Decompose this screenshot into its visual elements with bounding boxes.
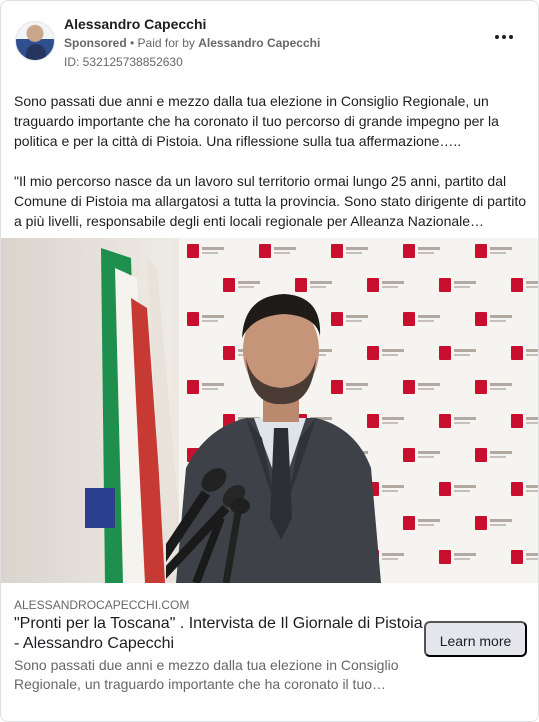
post-image[interactable] bbox=[1, 238, 538, 583]
regione-logo bbox=[331, 244, 369, 258]
regione-logo bbox=[403, 380, 441, 394]
regione-logo bbox=[439, 482, 477, 496]
post-header: Alessandro Capecchi Sponsored • Paid for… bbox=[13, 13, 526, 71]
regione-logo bbox=[259, 244, 297, 258]
regione-logo bbox=[475, 448, 513, 462]
regione-logo bbox=[511, 414, 538, 428]
post-body: Sono passati due anni e mezzo dalla tua … bbox=[14, 91, 529, 251]
regione-logo bbox=[511, 346, 538, 360]
regione-logo bbox=[403, 448, 441, 462]
regione-logo bbox=[403, 516, 441, 530]
post-paragraph-2: "Il mio percorso nasce da un lavoro sul … bbox=[14, 173, 527, 229]
post-paragraph-1: Sono passati due anni e mezzo dalla tua … bbox=[14, 93, 499, 149]
regione-logo bbox=[475, 516, 513, 530]
regione-logo bbox=[511, 482, 538, 496]
speaker-image bbox=[166, 294, 381, 583]
regione-logo bbox=[439, 550, 477, 564]
sponsored-post-card: Alessandro Capecchi Sponsored • Paid for… bbox=[0, 0, 539, 722]
link-description: Sono passati due anni e mezzo dalla tua … bbox=[14, 657, 399, 692]
paid-for-name[interactable]: Alessandro Capecchi bbox=[198, 36, 320, 50]
sponsored-label: Sponsored bbox=[64, 36, 127, 50]
more-horizontal-icon[interactable] bbox=[490, 27, 518, 47]
regione-logo bbox=[475, 380, 513, 394]
meta-separator: • bbox=[126, 36, 138, 50]
regione-logo bbox=[439, 414, 477, 428]
author-name[interactable]: Alessandro Capecchi bbox=[64, 16, 206, 32]
link-domain: ALESSANDROCAPECCHI.COM bbox=[14, 598, 190, 612]
sponsored-meta: Sponsored • Paid for by Alessandro Capec… bbox=[64, 36, 320, 50]
regione-logo bbox=[403, 312, 441, 326]
link-title[interactable]: "Pronti per la Toscana" . Intervista de … bbox=[14, 614, 424, 654]
regione-logo bbox=[475, 312, 513, 326]
regione-logo bbox=[439, 278, 477, 292]
link-preview[interactable]: ALESSANDROCAPECCHI.COM "Pronti per la To… bbox=[1, 583, 538, 721]
regione-logo bbox=[439, 346, 477, 360]
ad-id: ID: 532125738852630 bbox=[64, 55, 183, 69]
regione-logo bbox=[403, 244, 441, 258]
regione-logo bbox=[511, 278, 538, 292]
regione-logo bbox=[475, 244, 513, 258]
paid-for-prefix: Paid for by bbox=[137, 36, 199, 50]
regione-logo bbox=[187, 244, 225, 258]
learn-more-button[interactable]: Learn more bbox=[424, 621, 527, 657]
regione-logo bbox=[511, 550, 538, 564]
author-avatar[interactable] bbox=[15, 21, 55, 61]
